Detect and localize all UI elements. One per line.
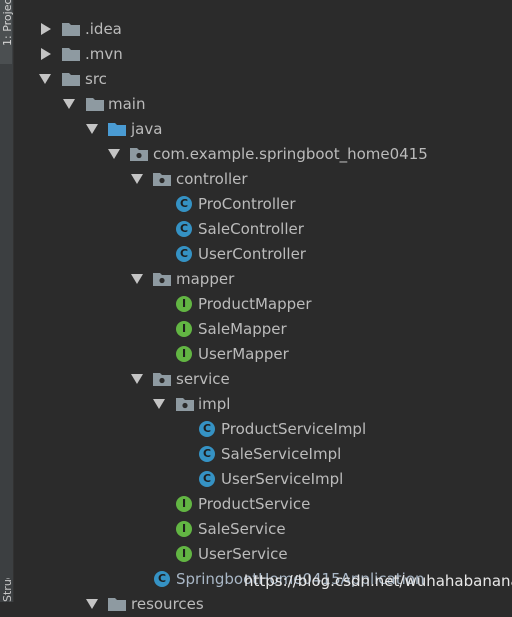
tree-node-label: mapper (176, 270, 235, 288)
project-tree: .idea .mvn src main java com.example.spr… (0, 0, 512, 613)
tree-node-label: src (85, 70, 107, 88)
tree-node-mvn[interactable]: .mvn (0, 42, 512, 67)
interface-icon: I (176, 346, 192, 362)
tree-node-class[interactable]: C SaleServiceImpl (0, 442, 512, 467)
package-folder-icon (176, 398, 194, 411)
tree-node-main[interactable]: main (0, 92, 512, 117)
tree-node-interface[interactable]: I SaleMapper (0, 317, 512, 342)
tree-node-label: main (108, 95, 146, 113)
expanded-arrow-icon[interactable] (86, 124, 98, 134)
folder-icon (62, 23, 80, 36)
class-icon: C (199, 471, 215, 487)
tree-node-label: SaleServiceImpl (221, 445, 342, 463)
tree-node-label: ProductMapper (198, 295, 312, 313)
tree-node-label: com.example.springboot_home0415 (153, 145, 428, 163)
expanded-arrow-icon[interactable] (108, 149, 120, 159)
expanded-arrow-icon[interactable] (131, 374, 143, 384)
tree-node-label: SaleService (198, 520, 286, 538)
tree-node-interface[interactable]: I UserService (0, 542, 512, 567)
expanded-arrow-icon[interactable] (131, 174, 143, 184)
tree-node-class[interactable]: C ProductServiceImpl (0, 417, 512, 442)
class-icon: C (199, 421, 215, 437)
tree-node-label: .mvn (85, 45, 123, 63)
source-folder-icon (108, 123, 126, 136)
tree-node-label: SaleMapper (198, 320, 287, 338)
tree-node-mapper[interactable]: mapper (0, 267, 512, 292)
tree-node-package[interactable]: com.example.springboot_home0415 (0, 142, 512, 167)
package-folder-icon (153, 373, 171, 386)
watermark: https://blog.csdn.net/wuhahabanana (244, 572, 512, 590)
class-icon: C (176, 196, 192, 212)
tree-node-label: UserServiceImpl (221, 470, 344, 488)
resources-folder-icon (108, 598, 126, 611)
tree-node-idea[interactable]: .idea (0, 17, 512, 42)
package-folder-icon (153, 173, 171, 186)
tree-node-interface[interactable]: I SaleService (0, 517, 512, 542)
tree-node-interface[interactable]: I ProductMapper (0, 292, 512, 317)
class-icon: C (176, 246, 192, 262)
expanded-arrow-icon[interactable] (153, 399, 165, 409)
tree-node-label: service (176, 370, 230, 388)
folder-icon (86, 98, 104, 111)
tree-node-label: impl (198, 395, 231, 413)
tree-node-java[interactable]: java (0, 117, 512, 142)
collapsed-arrow-icon[interactable] (41, 23, 51, 35)
tree-node-label: SaleController (198, 220, 304, 238)
package-folder-icon (130, 148, 148, 161)
tree-node-label: resources (131, 595, 204, 613)
expanded-arrow-icon[interactable] (86, 599, 98, 609)
tree-node-label: .idea (85, 20, 122, 38)
collapsed-arrow-icon[interactable] (41, 48, 51, 60)
tree-node-interface[interactable]: I ProductService (0, 492, 512, 517)
class-icon: C (176, 221, 192, 237)
tree-node-src[interactable]: src (0, 67, 512, 92)
interface-icon: I (176, 521, 192, 537)
folder-icon (62, 73, 80, 86)
expanded-arrow-icon[interactable] (39, 74, 51, 84)
tree-node-label: ProController (198, 195, 296, 213)
tree-node-label: controller (176, 170, 248, 188)
interface-icon: I (176, 496, 192, 512)
tree-node-class[interactable]: C SaleController (0, 217, 512, 242)
tree-node-label: ProductServiceImpl (221, 420, 367, 438)
interface-icon: I (176, 321, 192, 337)
tree-node-label: UserMapper (198, 345, 289, 363)
tree-node-interface[interactable]: I UserMapper (0, 342, 512, 367)
tree-node-class[interactable]: C ProController (0, 192, 512, 217)
class-icon: C (199, 446, 215, 462)
tree-node-label: java (131, 120, 163, 138)
tree-node-service[interactable]: service (0, 367, 512, 392)
spring-boot-class-icon: C (154, 571, 170, 587)
package-folder-icon (153, 273, 171, 286)
interface-icon: I (176, 546, 192, 562)
tree-node-label: ProductService (198, 495, 311, 513)
tree-node-resources[interactable]: resources (0, 592, 512, 617)
tree-node-impl[interactable]: impl (0, 392, 512, 417)
tree-node-label: UserController (198, 245, 306, 263)
folder-icon (62, 48, 80, 61)
interface-icon: I (176, 296, 192, 312)
expanded-arrow-icon[interactable] (131, 274, 143, 284)
expanded-arrow-icon[interactable] (63, 99, 75, 109)
tree-node-class[interactable]: C UserController (0, 242, 512, 267)
tree-node-controller[interactable]: controller (0, 167, 512, 192)
tree-node-class[interactable]: C UserServiceImpl (0, 467, 512, 492)
tree-node-label: UserService (198, 545, 288, 563)
